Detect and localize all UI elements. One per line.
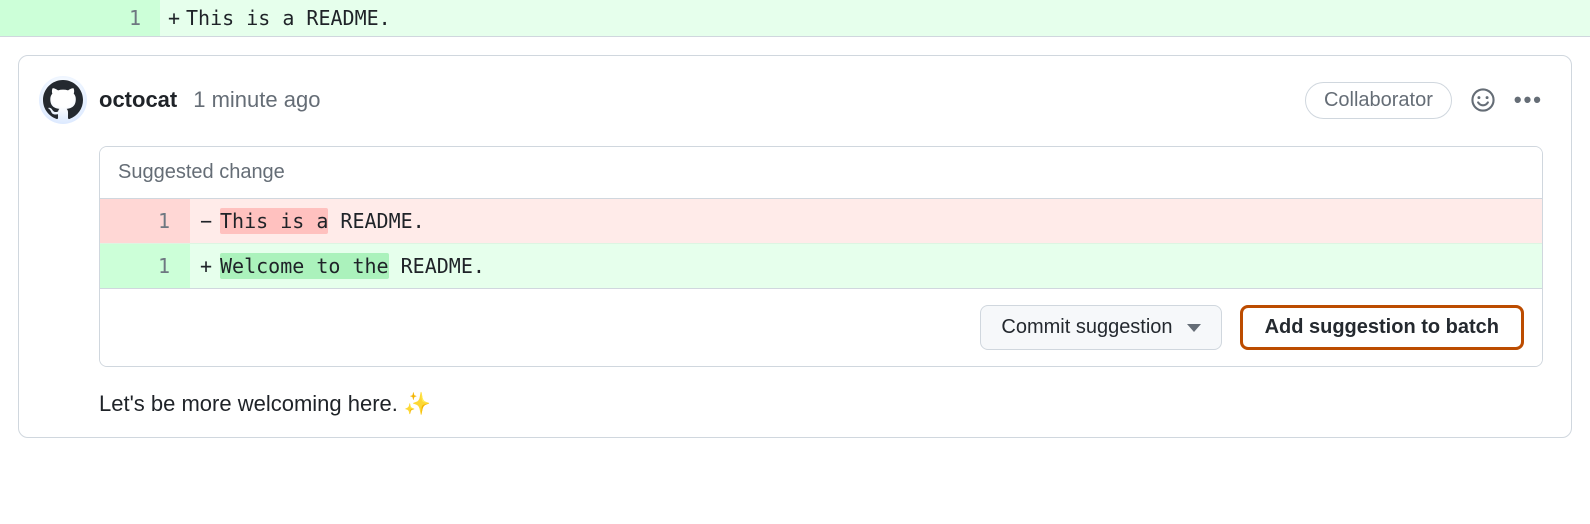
line-number: 1	[80, 0, 160, 36]
line-number: 1	[100, 199, 190, 243]
suggested-change-title: Suggested change	[100, 147, 1542, 199]
comment-body: Let's be more welcoming here. ✨	[99, 391, 1543, 417]
kebab-icon: •••	[1514, 87, 1543, 113]
diff-deleted-line: 1 − This is a README.	[100, 199, 1542, 243]
avatar[interactable]	[39, 76, 87, 124]
comment-header-actions: Collaborator •••	[1305, 82, 1543, 119]
diff-added-line: 1 + Welcome to the README.	[100, 243, 1542, 288]
diff-code: This is a README.	[220, 199, 1542, 243]
commit-suggestion-button[interactable]: Commit suggestion	[980, 305, 1221, 350]
add-to-batch-label: Add suggestion to batch	[1265, 316, 1499, 339]
line-number: 1	[100, 244, 190, 288]
smiley-icon	[1470, 87, 1496, 113]
diff-marker: +	[190, 244, 220, 288]
review-comment: octocat 1 minute ago Collaborator ••• Su…	[18, 55, 1572, 438]
add-reaction-button[interactable]	[1470, 87, 1496, 113]
caret-down-icon	[1187, 324, 1201, 332]
added-rest: README.	[389, 254, 485, 278]
suggested-change-box: Suggested change 1 − This is a README. 1…	[99, 146, 1543, 367]
octocat-icon	[43, 80, 83, 120]
more-actions-button[interactable]: •••	[1514, 87, 1543, 113]
diff-marker: +	[160, 0, 186, 36]
commit-suggestion-label: Commit suggestion	[1001, 316, 1172, 339]
comment-timestamp[interactable]: 1 minute ago	[193, 87, 320, 113]
diff-code: Welcome to the README.	[220, 244, 1542, 288]
diff-added-line: 1 + This is a README.	[0, 0, 1590, 37]
deleted-highlight: This is a	[220, 208, 328, 234]
diff-code: This is a README.	[186, 0, 1590, 36]
added-highlight: Welcome to the	[220, 253, 389, 279]
line-number-empty	[0, 0, 80, 36]
role-badge: Collaborator	[1305, 82, 1452, 119]
comment-header: octocat 1 minute ago Collaborator •••	[39, 76, 1543, 124]
add-suggestion-to-batch-button[interactable]: Add suggestion to batch	[1240, 305, 1524, 350]
comment-text: Let's be more welcoming here.	[99, 391, 398, 417]
diff-marker: −	[190, 199, 220, 243]
deleted-rest: README.	[328, 209, 424, 233]
sparkles-icon: ✨	[404, 391, 431, 417]
comment-author[interactable]: octocat	[99, 87, 177, 113]
suggestion-actions: Commit suggestion Add suggestion to batc…	[100, 288, 1542, 366]
